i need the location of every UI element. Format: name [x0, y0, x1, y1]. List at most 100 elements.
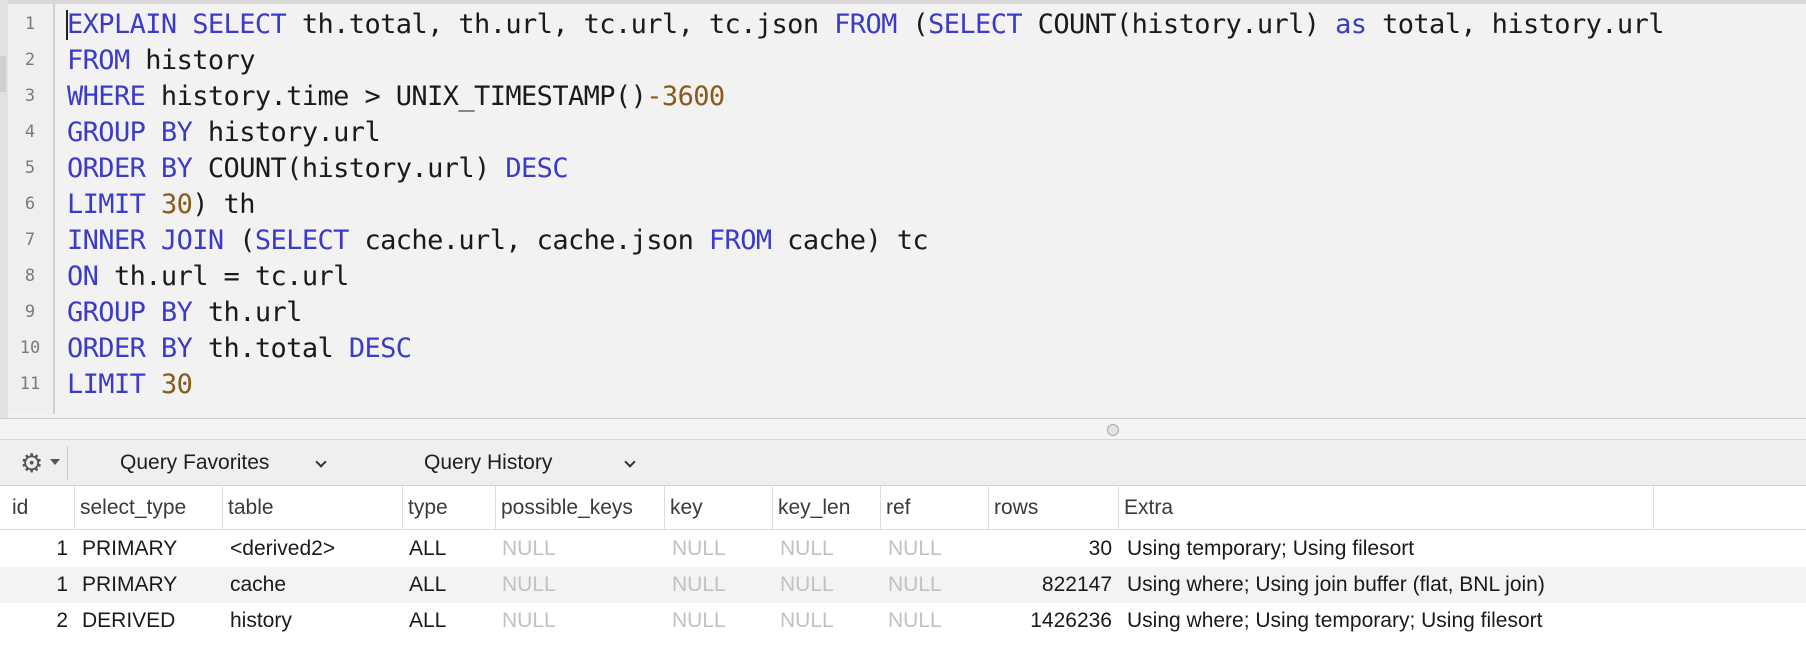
cell-table: history — [230, 609, 292, 632]
results-table: id select_type table type possible_keys … — [0, 486, 1806, 652]
query-history-button[interactable]: Query History — [424, 440, 552, 486]
cell-select-type: PRIMARY — [82, 573, 178, 596]
column-header-type[interactable]: type — [404, 486, 496, 530]
cell-table: cache — [230, 573, 287, 596]
editor-scroll-indicator[interactable] — [0, 56, 6, 92]
splitter-grip-handle[interactable] — [1107, 424, 1119, 436]
sql-text: total, history.url — [1366, 9, 1664, 40]
column-header-key[interactable]: key — [666, 486, 773, 530]
cell-table: <derived2> — [230, 537, 336, 560]
cell-select-type: PRIMARY — [82, 537, 178, 560]
column-header-select-type[interactable]: select_type — [76, 486, 223, 530]
cell-id: 1 — [56, 573, 68, 596]
sql-text: th.url = tc.url — [98, 261, 349, 292]
sql-keyword: FROM — [708, 225, 772, 256]
cell-key-len: NULL — [780, 609, 834, 632]
line-number: 1 — [24, 14, 36, 34]
chevron-down-icon[interactable] — [315, 456, 327, 468]
cell-rows: 30 — [1088, 537, 1112, 560]
line-number: 2 — [24, 50, 36, 70]
table-row[interactable]: 1 PRIMARY cache ALL NULL NULL NULL NULL 822147 Us… — [0, 567, 1806, 603]
line-number: 5 — [24, 158, 36, 178]
line-number: 10 — [19, 338, 41, 358]
column-header-id[interactable]: id — [8, 486, 75, 530]
sql-text: COUNT(history.url) — [192, 153, 506, 184]
sql-text: cache.url, cache.json — [348, 225, 709, 256]
text-caret — [66, 10, 68, 40]
sql-keyword: FROM — [834, 9, 897, 40]
column-header-key-len[interactable]: key_len — [774, 486, 881, 530]
cell-extra: Using where; Using temporary; Using file… — [1127, 609, 1543, 632]
sql-text: th.total, th.url, tc.url, tc.json — [286, 9, 835, 40]
cell-rows: 1426236 — [1030, 609, 1112, 632]
cell-key: NULL — [672, 537, 726, 560]
cell-ref: NULL — [888, 537, 942, 560]
sql-keyword: ORDER BY — [67, 333, 193, 364]
sql-text: ( — [896, 9, 929, 40]
sql-number: 30 — [160, 369, 193, 400]
sql-text: th.total — [192, 333, 349, 364]
cell-id: 2 — [56, 609, 68, 632]
query-toolbar: ⚙ Query Favorites Query History — [0, 440, 1806, 486]
sql-text: history.url — [192, 117, 381, 148]
sql-keyword: LIMIT — [67, 369, 146, 400]
query-favorites-button[interactable]: Query Favorites — [120, 440, 269, 486]
line-number: 8 — [24, 266, 36, 286]
pane-splitter[interactable] — [0, 418, 1806, 440]
sql-keyword: LIMIT — [67, 189, 146, 220]
code-line: FROM history — [67, 43, 255, 79]
column-header-extra[interactable]: Extra — [1120, 486, 1654, 530]
sql-keyword: SELECT — [928, 9, 1023, 40]
cell-possible-keys: NULL — [502, 537, 556, 560]
column-header-table[interactable]: table — [224, 486, 403, 530]
cell-possible-keys: NULL — [502, 573, 556, 596]
sql-keyword: ON — [67, 261, 99, 292]
sql-keyword: GROUP BY — [67, 297, 193, 328]
code-line: ON th.url = tc.url — [67, 259, 349, 295]
sql-text: history — [129, 45, 255, 76]
sql-keyword: as — [1335, 9, 1367, 40]
sql-text: history.time > UNIX_TIMESTAMP() — [145, 81, 647, 112]
sql-editor[interactable]: 1 2 3 4 5 6 7 8 9 10 11 EXPLAIN SELECT th.total, t… — [0, 0, 1806, 418]
sql-text: cache) tc — [771, 225, 929, 256]
sql-number: 30 — [160, 189, 193, 220]
code-line: WHERE history.time > UNIX_TIMESTAMP()-36… — [67, 79, 725, 115]
query-history-label: Query History — [424, 451, 553, 474]
column-header-ref[interactable]: ref — [882, 486, 989, 530]
sql-keyword: INNER JOIN — [67, 225, 224, 256]
line-number-gutter: 1 2 3 4 5 6 7 8 9 10 11 — [8, 4, 55, 414]
sql-keyword: DESC — [348, 333, 412, 364]
sql-text: ( — [223, 225, 255, 256]
column-header-possible-keys[interactable]: possible_keys — [497, 486, 665, 530]
sql-number: -3600 — [646, 81, 725, 112]
caret-down-icon — [50, 459, 60, 465]
cell-id: 1 — [56, 537, 68, 560]
query-favorites-label: Query Favorites — [120, 451, 270, 474]
table-row[interactable]: 1 PRIMARY <derived2> ALL NULL NULL NULL NULL 30 U… — [0, 531, 1806, 567]
cell-rows: 822147 — [1041, 573, 1112, 596]
sql-text: ) th — [192, 189, 255, 220]
sql-keyword: DESC — [505, 153, 568, 184]
code-line: GROUP BY history.url — [67, 115, 381, 151]
table-row[interactable]: 2 DERIVED history ALL NULL NULL NULL NULL 142623… — [0, 603, 1806, 639]
line-number: 4 — [24, 122, 36, 142]
sql-keyword: GROUP BY — [67, 117, 193, 148]
cell-extra: Using temporary; Using filesort — [1127, 537, 1415, 560]
line-number: 9 — [24, 302, 36, 322]
editor-top-border — [8, 0, 1806, 4]
code-line: GROUP BY th.url — [67, 295, 302, 331]
line-number: 6 — [24, 194, 36, 214]
line-number: 11 — [19, 374, 41, 394]
table-header-row: id select_type table type possible_keys … — [0, 486, 1806, 530]
code-line: ORDER BY th.total DESC — [67, 331, 412, 367]
cell-ref: NULL — [888, 573, 942, 596]
gear-menu-button[interactable]: ⚙ — [10, 446, 68, 480]
chevron-down-icon[interactable] — [624, 456, 636, 468]
line-number: 3 — [24, 86, 36, 106]
sql-text: th.url — [192, 297, 303, 328]
code-line: EXPLAIN SELECT th.total, th.url, tc.url,… — [67, 7, 1664, 43]
column-header-rows[interactable]: rows — [990, 486, 1119, 530]
cell-key: NULL — [672, 609, 726, 632]
